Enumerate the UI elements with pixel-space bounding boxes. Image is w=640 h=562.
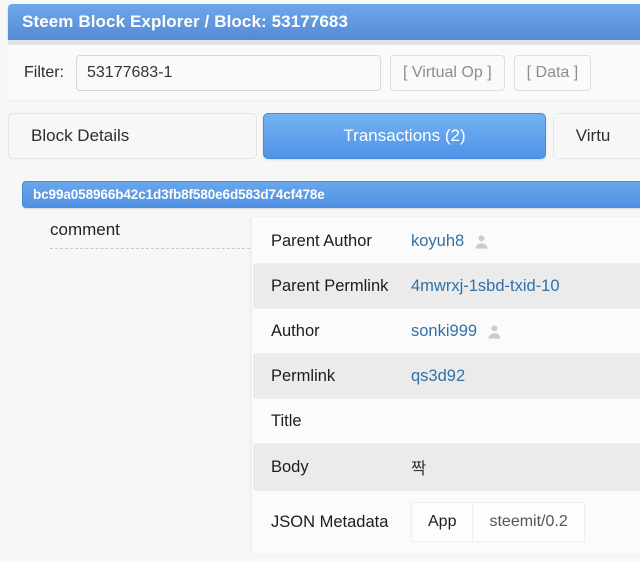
table-row: Parent Permlink 4mwrxj-1sbd-txid-10 (253, 264, 640, 309)
filter-label: Filter: (24, 63, 64, 81)
operation-name: comment (50, 220, 120, 239)
operation-detail-table: Parent Author koyuh8 Parent Permlink 4mw… (252, 218, 640, 555)
row-key: Parent Author (271, 231, 372, 250)
row-key: Body (271, 457, 309, 476)
page-title: Steem Block Explorer / Block: 53177683 (22, 12, 349, 31)
tab-block-details-label: Block Details (31, 126, 130, 145)
tab-transactions-label: Transactions (2) (343, 126, 466, 145)
row-value: App steemit/0.2 (397, 491, 640, 553)
avatar-icon (486, 323, 503, 340)
data-button[interactable]: [ Data ] (513, 54, 592, 91)
window-titlebar: Steem Block Explorer / Block: 53177683 (8, 4, 640, 40)
table-row: Title (253, 399, 640, 444)
json-metadata-key: App (412, 503, 474, 541)
row-value: koyuh8 (397, 219, 640, 263)
filter-bar: Filter: [ Virtual Op ] [ Data ] (8, 45, 640, 101)
row-key: Author (271, 321, 320, 340)
app-window: Steem Block Explorer / Block: 53177683 F… (0, 0, 640, 562)
operation-divider (50, 248, 255, 249)
tab-transactions[interactable]: Transactions (2) (263, 113, 546, 159)
row-value: sonki999 (397, 309, 640, 353)
transaction-hash-bar[interactable]: bc99a058966b42c1d3fb8f580e6d583d74cf478e (22, 181, 640, 208)
row-value: 4mwrxj-1sbd-txid-10 (397, 264, 640, 308)
row-key: Parent Permlink (271, 276, 389, 295)
row-key: Permlink (271, 366, 336, 385)
row-key: JSON Metadata (271, 512, 389, 531)
table-row: Permlink qs3d92 (253, 354, 640, 399)
filter-input[interactable] (76, 54, 381, 91)
parent-author-link[interactable]: koyuh8 (411, 232, 464, 251)
json-metadata-table: App steemit/0.2 (411, 502, 585, 542)
tab-block-details[interactable]: Block Details (8, 113, 258, 159)
author-link[interactable]: sonki999 (411, 322, 477, 341)
operation-block: comment (50, 220, 255, 249)
tab-bar: Block Details Transactions (2) Virtu (8, 112, 640, 160)
virtual-op-button[interactable]: [ Virtual Op ] (390, 54, 505, 91)
table-row: Author sonki999 (253, 309, 640, 354)
parent-permlink-link[interactable]: 4mwrxj-1sbd-txid-10 (411, 277, 560, 296)
transaction-hash: bc99a058966b42c1d3fb8f580e6d583d74cf478e (33, 187, 325, 202)
avatar-icon (473, 233, 490, 250)
row-value: qs3d92 (397, 354, 640, 398)
json-metadata-value: steemit/0.2 (489, 513, 568, 530)
tab-virtual-ops-label: Virtu (575, 126, 611, 145)
permlink-link[interactable]: qs3d92 (411, 367, 465, 386)
row-value: 짝 (411, 460, 427, 478)
tab-virtual-ops[interactable]: Virtu (552, 113, 640, 159)
table-row: JSON Metadata App steemit/0.2 (253, 491, 640, 554)
row-value (397, 399, 640, 443)
table-row: Parent Author koyuh8 (253, 219, 640, 264)
row-key: Title (271, 411, 302, 430)
table-row: Body 짝 (253, 444, 640, 491)
